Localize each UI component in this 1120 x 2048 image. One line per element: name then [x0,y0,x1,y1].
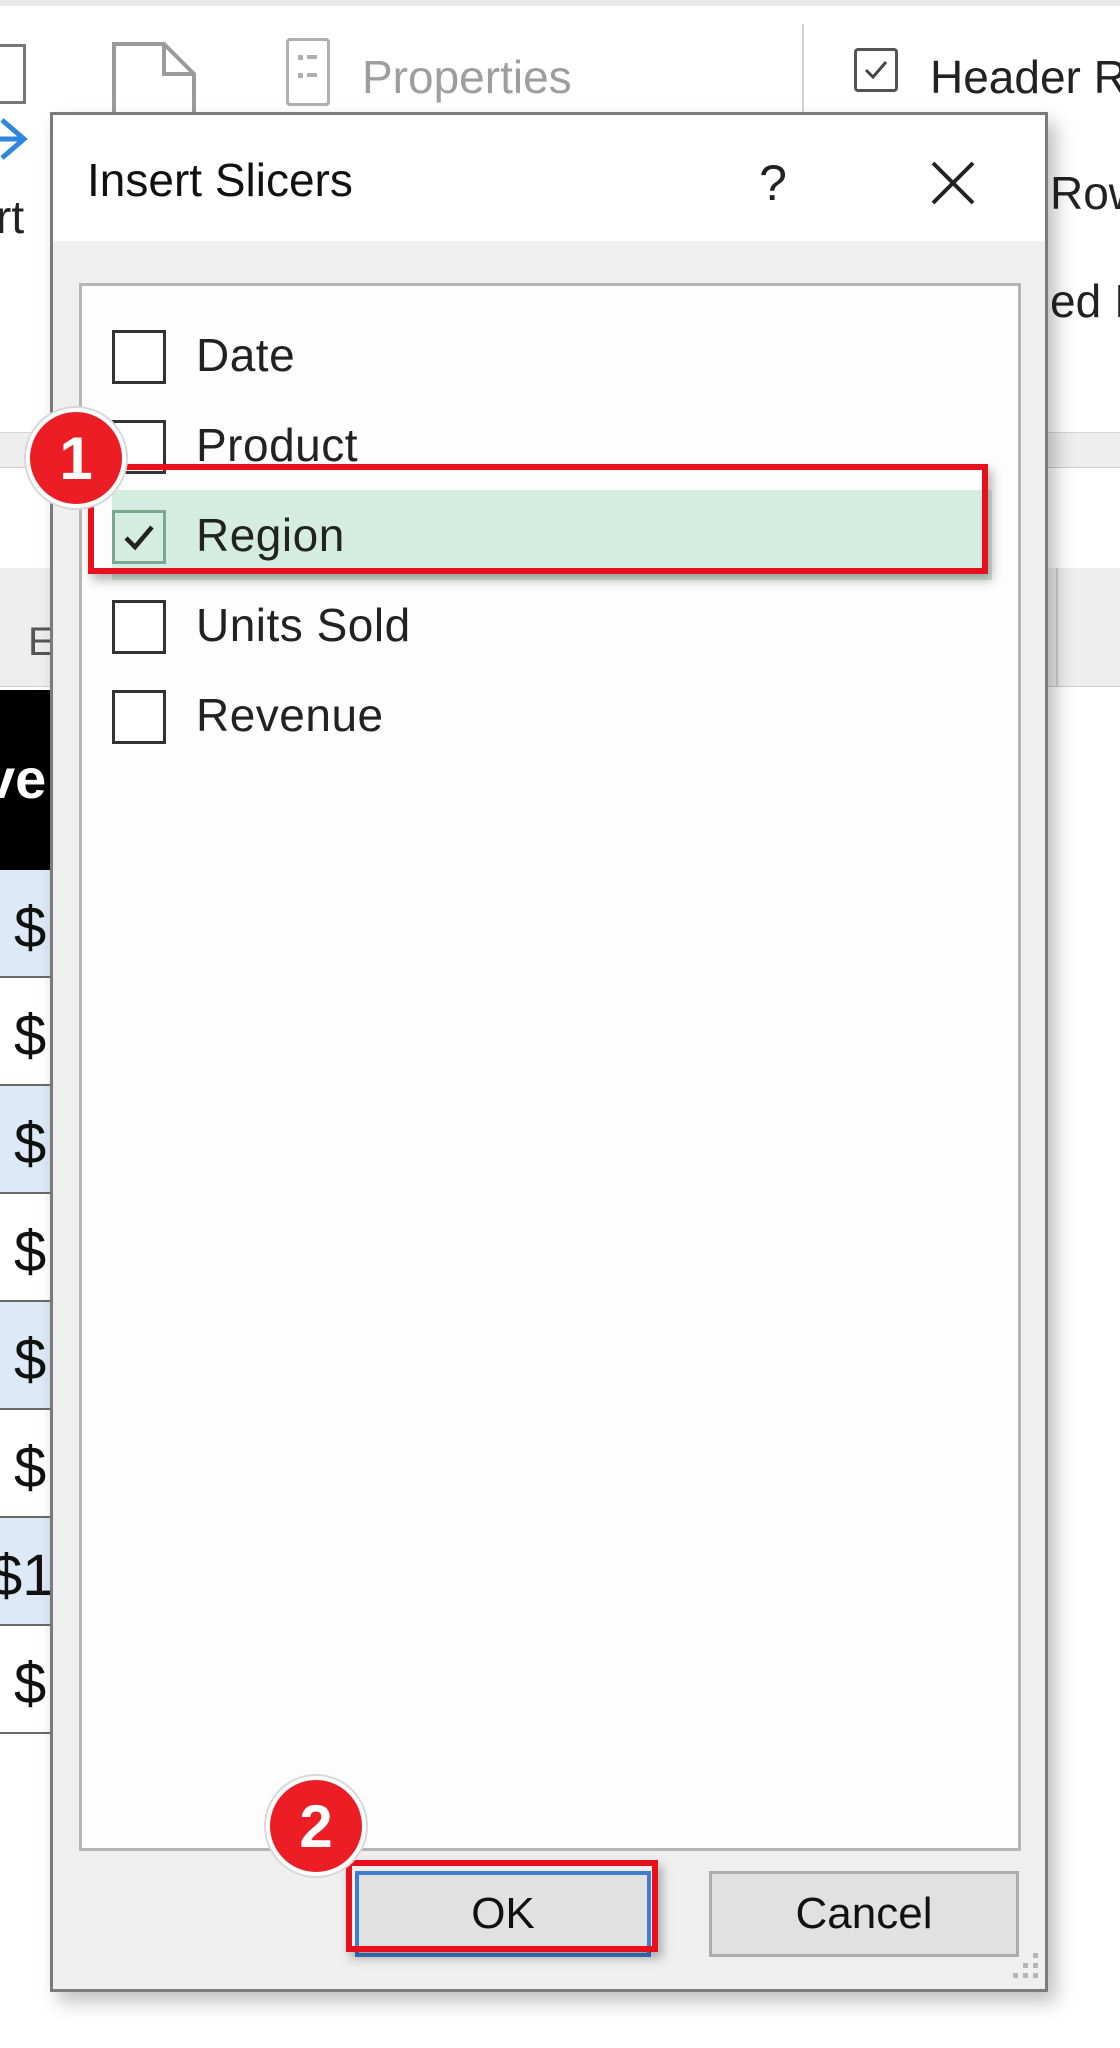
header-row-label[interactable]: Header R [930,50,1120,104]
table-header-cell[interactable]: ve [0,690,54,870]
ok-highlight-box [346,1860,658,1952]
table-cell[interactable]: $ [0,870,54,978]
export-label[interactable]: rt [0,190,24,244]
table-cell[interactable]: $ [0,978,54,1086]
banded-rows-label[interactable]: ed I [1050,274,1120,328]
list-item-revenue[interactable]: Revenue [112,670,992,760]
cell-value: $ [14,1327,47,1392]
list-item-units-sold[interactable]: Units Sold [112,580,992,670]
ribbon-top-border [0,0,1120,6]
table-cell[interactable]: $ [0,1302,54,1410]
step-1-number: 1 [59,424,93,492]
item-label: Units Sold [196,599,411,651]
total-row-label[interactable]: Row [1050,166,1120,220]
cell-value: $1 [0,1543,54,1608]
dialog-title: Insert Slicers [87,154,353,206]
cell-value: $ [14,1111,47,1176]
cell-value: $ [14,895,47,960]
checkbox-revenue[interactable] [112,690,166,744]
checkbox-units-sold[interactable] [112,600,166,654]
cell-value: $ [14,1003,47,1068]
step-2-badge: 2 [266,1776,366,1876]
column-header-separator [1056,568,1058,686]
list-item-date[interactable]: Date [112,310,992,400]
close-icon[interactable] [913,143,993,223]
table-cell[interactable]: $1 [0,1518,54,1626]
region-highlight-box [88,464,988,574]
insert-slicers-dialog: Insert Slicers ? Date Product Region Uni… [50,112,1048,1992]
table-cell[interactable]: $ [0,1086,54,1194]
header-row-checkbox[interactable] [854,48,898,92]
cell-value: $ [14,1219,47,1284]
step-2-number: 2 [299,1792,333,1860]
checkbox-date[interactable] [112,330,166,384]
table-header-text: ve [0,747,47,810]
help-icon[interactable]: ? [733,143,813,223]
table-icon[interactable] [0,44,26,104]
checkmark-icon [864,61,888,80]
resize-grip-icon[interactable] [1003,1947,1043,1987]
dialog-titlebar[interactable]: Insert Slicers ? [53,115,1045,241]
item-label: Revenue [196,689,384,741]
properties-icon[interactable] [286,38,330,106]
arrow-right-icon[interactable] [0,114,40,164]
cell-value: $ [14,1651,47,1716]
step-1-badge: 1 [26,408,126,508]
cancel-button[interactable]: Cancel [709,1871,1019,1957]
table-cell[interactable]: $ [0,1410,54,1518]
cell-value: $ [14,1435,47,1500]
document-icon[interactable] [110,40,198,120]
table-cell[interactable]: $ [0,1626,54,1734]
table-cell[interactable]: $ [0,1194,54,1302]
item-label: Date [196,329,296,381]
properties-button[interactable]: Properties [362,50,572,104]
help-label: ? [759,155,787,211]
